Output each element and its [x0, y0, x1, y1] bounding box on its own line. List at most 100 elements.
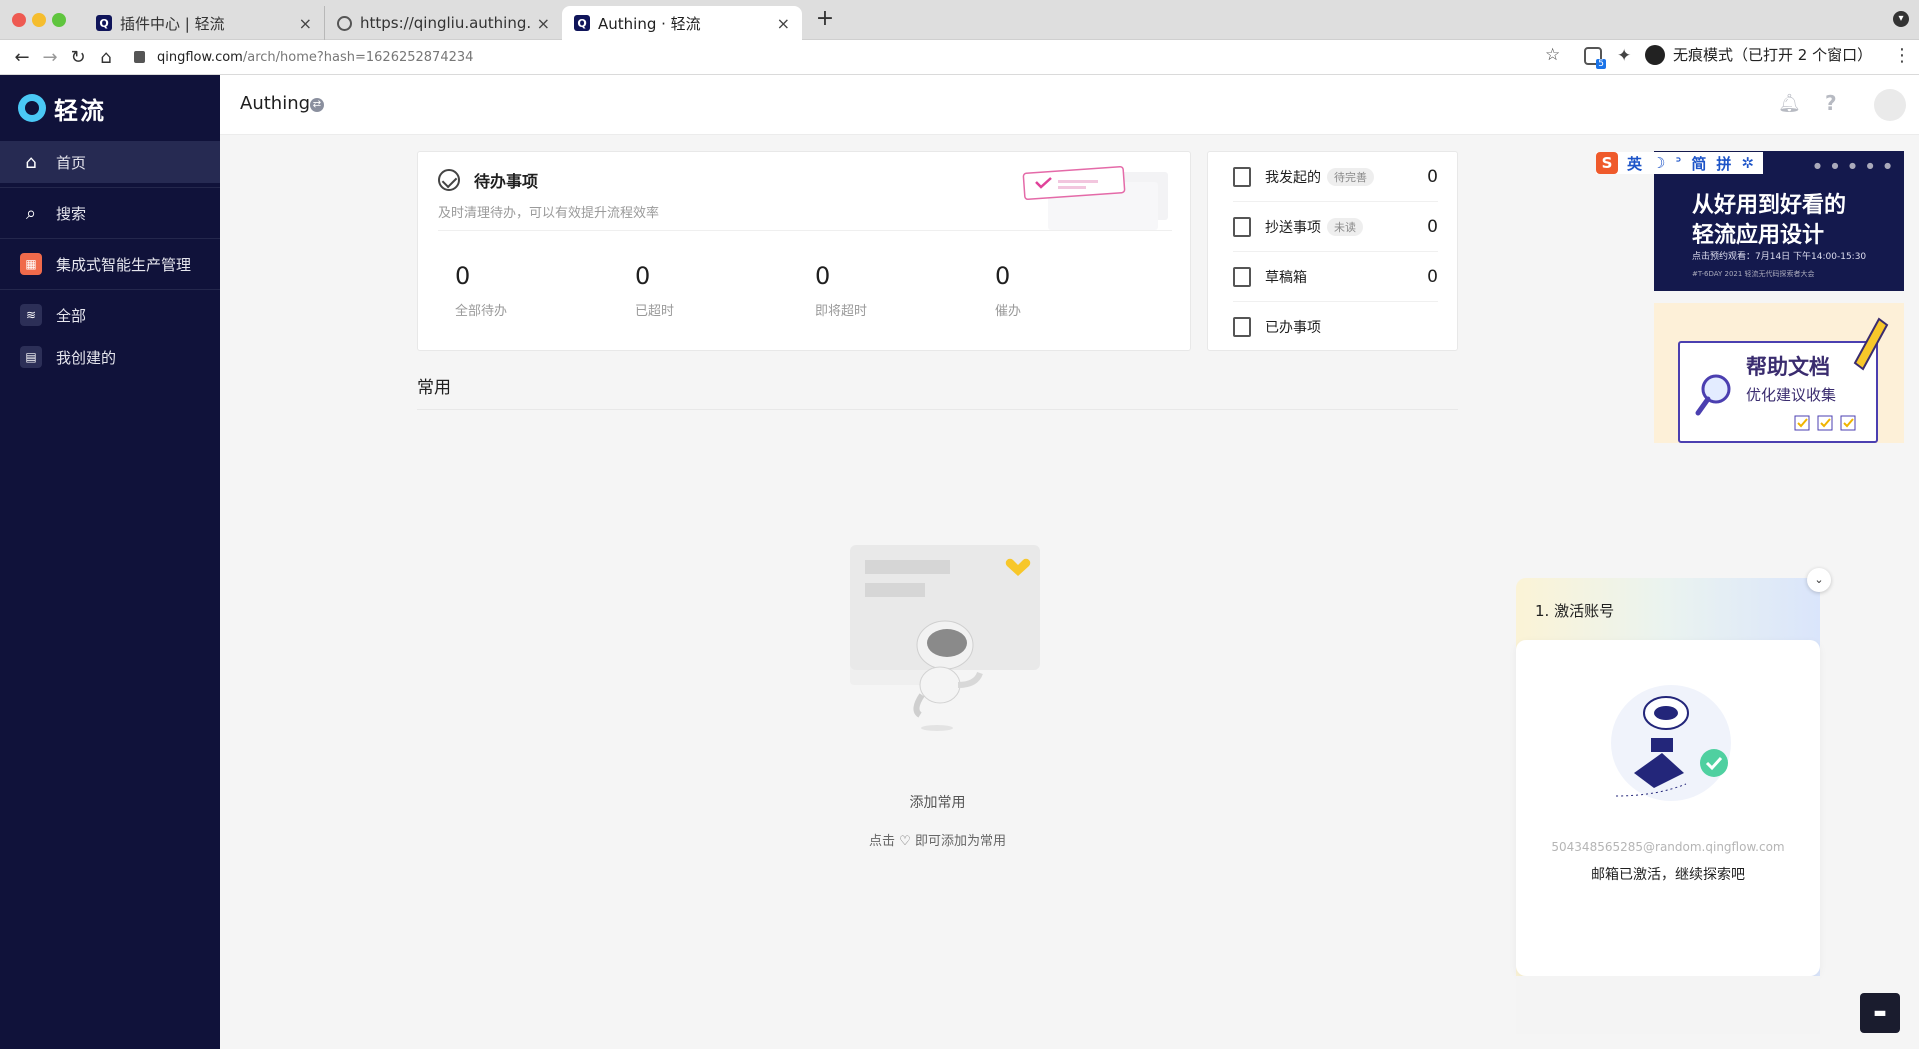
list-item-drafts[interactable]: 草稿箱 0	[1233, 252, 1438, 302]
checked-box-icon	[1233, 317, 1251, 337]
sidebar-item-created[interactable]: ▤ 我创建的	[0, 336, 220, 378]
topbar: Authing ⇄ 🔔︎ ?	[220, 75, 1919, 135]
qingflow-icon: Q	[574, 15, 590, 31]
browser-tab[interactable]: Q 插件中心 | 轻流 ×	[84, 6, 324, 40]
avatar[interactable]	[1874, 89, 1906, 121]
sidebar-item-label: 我创建的	[56, 348, 117, 367]
url-host: qingflow.com	[157, 49, 243, 65]
chat-icon[interactable]: ▬	[1860, 993, 1900, 1033]
stat-urged[interactable]: 0 催办	[995, 262, 1145, 319]
window-maximize-button[interactable]	[52, 13, 66, 27]
stat-value: 0	[995, 262, 1011, 290]
sidebar-item-app[interactable]: ▦ 集成式智能生产管理	[0, 243, 220, 285]
forward-icon[interactable]: →	[36, 43, 64, 71]
gear-icon[interactable]: ✲	[1741, 154, 1754, 172]
browser-tab-active[interactable]: Q Authing · 轻流 ×	[562, 6, 802, 40]
close-tab-icon[interactable]: ×	[537, 14, 550, 33]
reload-icon[interactable]: ↻	[64, 43, 92, 71]
back-icon[interactable]: ←	[8, 43, 36, 71]
extension-badge: 5	[1596, 59, 1606, 69]
window-close-button[interactable]	[12, 13, 26, 27]
status-badge: 待完善	[1327, 167, 1374, 186]
banner-headline: 从好用到好看的	[1692, 193, 1847, 218]
close-tab-icon[interactable]: ×	[777, 14, 790, 33]
window-minimize-button[interactable]	[32, 13, 46, 27]
url-path: /arch/home?hash=1626252874234	[242, 49, 474, 65]
punctuation-icon[interactable]: ᐣ	[1675, 154, 1681, 172]
workspace-switch-icon[interactable]: ⇄	[310, 98, 324, 112]
list-item-done[interactable]: 已办事项	[1233, 302, 1438, 352]
list-item-label: 已办事项	[1265, 320, 1321, 336]
list-item-cc[interactable]: 抄送事项 未读 0	[1233, 202, 1438, 252]
stat-value: 0	[815, 262, 831, 290]
brand-name: 轻流	[54, 96, 106, 125]
sidebar-item-label: 首页	[56, 153, 87, 172]
banner-tag: #T-6DAY 2021 轻流无代码探索者大会	[1692, 270, 1815, 278]
sidebar-item-label: 搜索	[56, 204, 87, 223]
sidebar-item-label: 集成式智能生产管理	[56, 255, 192, 274]
list-item-initiated[interactable]: 我发起的 待完善 0	[1233, 152, 1438, 202]
new-tab-button[interactable]: +	[812, 6, 838, 34]
stat-label: 催办	[995, 304, 1022, 319]
address-bar[interactable]: qingflow.com/arch/home?hash=162625287423…	[134, 43, 1534, 71]
tab-search-icon[interactable]: ▾	[1893, 11, 1909, 27]
ime-toolbar[interactable]: S 英 ☽ ᐣ 简 拼 ✲	[1596, 152, 1763, 174]
stat-all-todo[interactable]: 0 全部待办	[455, 262, 605, 319]
todo-subtitle: 及时清理待办，可以有效提升流程效率	[438, 206, 660, 221]
sidebar-item-home[interactable]: ⌂ 首页	[0, 141, 220, 183]
stat-overdue[interactable]: 0 已超时	[635, 262, 785, 319]
bell-icon[interactable]: 🔔︎	[1778, 93, 1801, 114]
sidebar: 轻流 ⌂ 首页 ⌕ 搜索 ▦ 集成式智能生产管理 ≋ 全部 ▤ 我创建的	[0, 75, 220, 1049]
banner-headline: 轻流应用设计	[1692, 223, 1825, 248]
bookmark-star-icon[interactable]: ☆	[1545, 45, 1560, 65]
ime-simplified-toggle[interactable]: 简	[1691, 153, 1706, 174]
extension-icon[interactable]: 5	[1584, 47, 1606, 69]
sogou-logo-icon[interactable]: S	[1596, 152, 1618, 174]
tab-title: Authing · 轻流	[598, 14, 701, 33]
browser-tab[interactable]: https://qingliu.authing.c ×	[324, 6, 562, 40]
divider	[438, 230, 1172, 231]
browser-tabstrip: Q 插件中心 | 轻流 × https://qingliu.authing.c …	[0, 0, 1919, 40]
stat-label: 已超时	[635, 304, 675, 319]
ime-lang-toggle[interactable]: 英	[1627, 153, 1642, 174]
magnifier-icon	[1695, 374, 1731, 416]
todo-header: 待办事项	[438, 168, 538, 192]
chevron-down-icon[interactable]: ⌄	[1807, 568, 1831, 592]
search-icon: ⌕	[25, 202, 37, 224]
incognito-label: 无痕模式（已打开 2 个窗口）	[1673, 46, 1873, 64]
sidebar-item-all[interactable]: ≋ 全部	[0, 294, 220, 336]
workspace-title[interactable]: Authing	[240, 93, 310, 114]
divider	[417, 409, 1458, 410]
onboarding-step-title: 1. 激活账号	[1535, 602, 1615, 620]
stat-value: 0	[635, 262, 651, 290]
ime-pinyin-toggle[interactable]: 拼	[1716, 153, 1731, 174]
mail-activated-illustration	[1611, 685, 1731, 801]
help-icon[interactable]: ?	[1825, 91, 1837, 115]
decor-dots: ● ● ● ● ●	[1814, 161, 1896, 170]
stat-label: 即将超时	[815, 304, 868, 319]
onboarding-card: 504348565285@random.qingflow.com 邮箱已激活，继…	[1516, 640, 1820, 976]
list-item-label: 草稿箱	[1265, 269, 1307, 286]
layers-icon: ≋	[20, 304, 42, 326]
lock-icon[interactable]	[134, 51, 145, 63]
onboarding-panel: 1. 激活账号 504348565285@random.qingflow.com…	[1516, 578, 1820, 1034]
banner-subtitle: 点击预约观看：7月14日 下午14:00-15:30	[1692, 252, 1867, 262]
divider	[0, 238, 220, 239]
sidebar-item-search[interactable]: ⌕ 搜索	[0, 192, 220, 234]
help-doc-banner[interactable]: 帮助文档 优化建议收集	[1654, 303, 1904, 443]
incognito-indicator[interactable]: 无痕模式（已打开 2 个窗口）	[1645, 44, 1872, 65]
banner-subtitle: 优化建议收集	[1746, 386, 1837, 404]
browser-menu-icon[interactable]: ⋮	[1893, 45, 1911, 66]
list-item-count: 0	[1427, 266, 1438, 287]
brand[interactable]: 轻流	[0, 75, 220, 141]
divider	[0, 187, 220, 188]
app-icon: ▦	[20, 253, 42, 275]
puzzle-icon[interactable]: ✦	[1617, 46, 1631, 66]
qingflow-logo-icon	[18, 94, 46, 122]
moon-icon[interactable]: ☽	[1652, 154, 1665, 172]
home-icon[interactable]: ⌂	[92, 43, 120, 71]
stat-due-soon[interactable]: 0 即将超时	[815, 262, 965, 319]
close-tab-icon[interactable]: ×	[299, 14, 312, 33]
list-item-label: 我发起的	[1265, 169, 1321, 186]
incognito-icon	[1645, 44, 1665, 65]
